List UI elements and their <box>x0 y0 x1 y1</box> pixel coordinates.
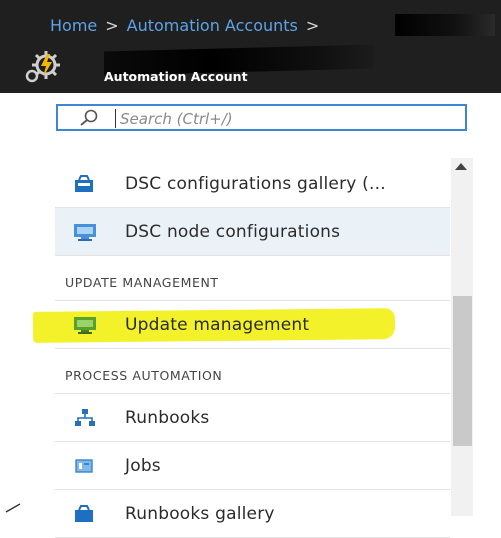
menu-item-jobs[interactable]: Jobs <box>55 442 450 490</box>
search-icon <box>80 109 98 126</box>
menu-item-runbooks[interactable]: Runbooks <box>55 394 450 442</box>
monitor-config-icon <box>73 222 103 242</box>
search-input[interactable] <box>118 108 462 130</box>
resource-menu: DSC configurations gallery (... DSC node… <box>32 160 450 538</box>
text-caret <box>115 109 116 128</box>
menu-item-update-management[interactable]: Update management <box>32 301 450 349</box>
menu-item-runbooks-gallery[interactable]: Runbooks gallery <box>55 490 450 538</box>
menu-item-label: DSC configurations gallery (... <box>125 173 386 194</box>
breadcrumb-separator: > <box>105 16 119 35</box>
menu-item-label: Jobs <box>125 455 161 476</box>
breadcrumb-automation-accounts[interactable]: Automation Accounts <box>127 16 298 35</box>
search-box[interactable] <box>56 104 467 131</box>
redacted-breadcrumb <box>395 14 495 36</box>
breadcrumb-home[interactable]: Home <box>50 16 97 35</box>
menu-item-label: Update management <box>125 314 310 335</box>
section-header-update-management: UPDATE MANAGEMENT <box>55 256 450 301</box>
gallery-icon <box>73 174 103 193</box>
resize-edge-mark <box>5 503 21 513</box>
automation-gear-icon <box>25 51 60 83</box>
jobs-icon <box>73 457 103 475</box>
menu-item-dsc-node-configurations[interactable]: DSC node configurations <box>55 208 450 256</box>
account-type-label: Automation Account <box>104 69 248 84</box>
menu-item-dsc-configurations-gallery[interactable]: DSC configurations gallery (... <box>55 160 450 208</box>
scrollbar-thumb[interactable] <box>453 296 472 446</box>
menu-item-label: Runbooks <box>125 407 210 428</box>
breadcrumb-separator: > <box>305 16 320 35</box>
runbooks-icon <box>73 408 103 428</box>
menu-item-label: DSC node configurations <box>125 221 341 242</box>
section-header-process-automation: PROCESS AUTOMATION <box>55 349 450 394</box>
scroll-up-arrow-icon[interactable] <box>455 163 467 170</box>
gallery-icon <box>73 504 103 523</box>
menu-item-label: Runbooks gallery <box>125 503 275 524</box>
blade-header: Home > Automation Accounts > Automation Acc… <box>0 0 501 93</box>
update-management-icon <box>73 315 103 335</box>
breadcrumb: Home > Automation Accounts > <box>50 16 327 35</box>
